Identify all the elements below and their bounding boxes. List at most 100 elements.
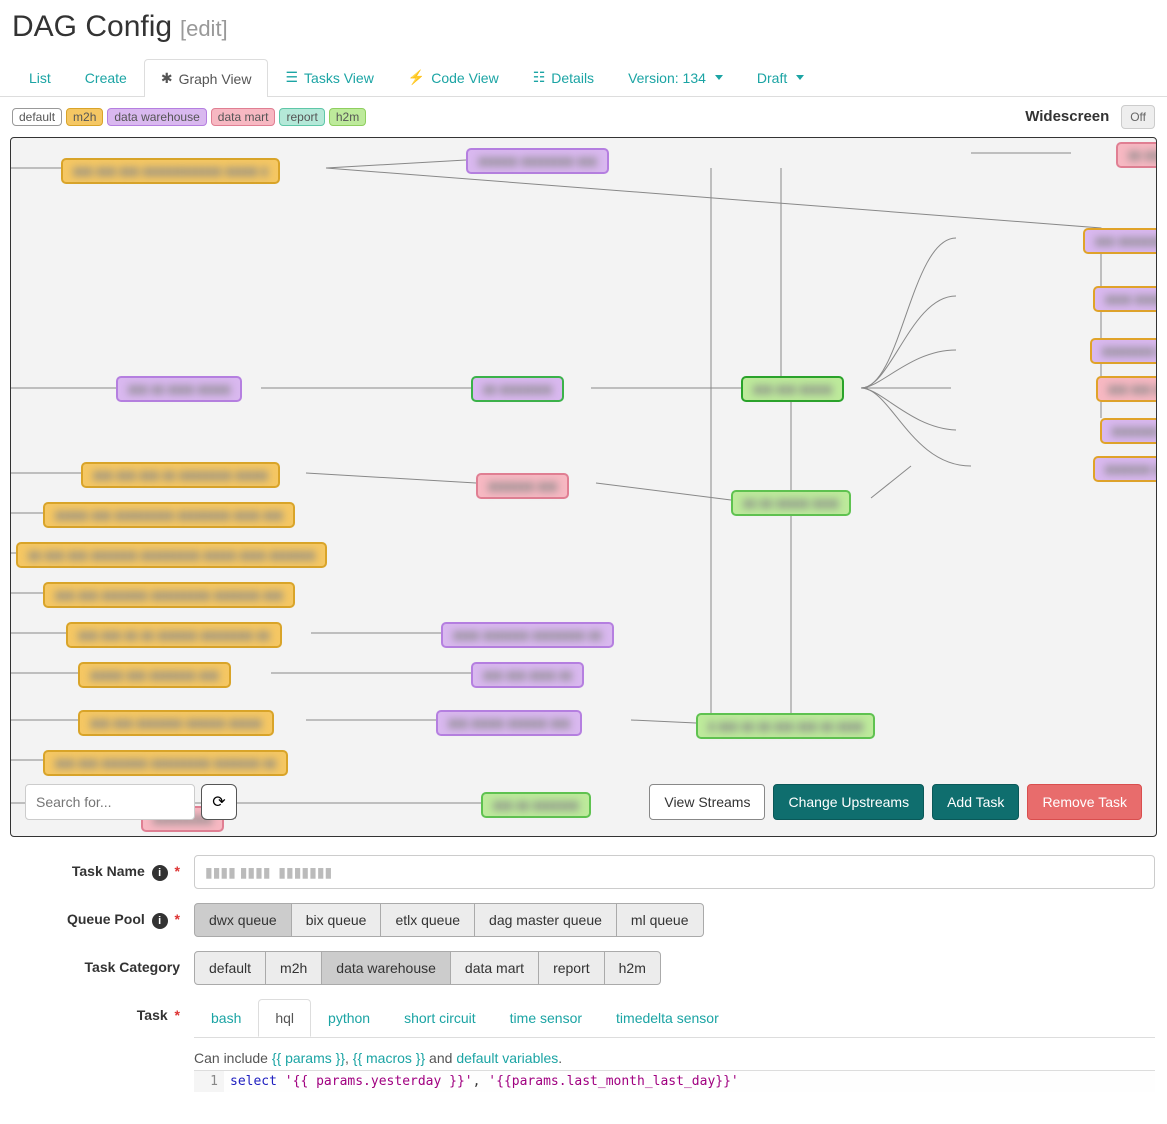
- graph-node[interactable]: ▮▮▮ ▮▮▮ ▮▮▮ ▮▮ ▮▮▮▮▮▮▮▮ ▮▮▮▮▮: [81, 462, 280, 488]
- task-label: Task: [137, 1007, 168, 1023]
- hint-defaults-link[interactable]: default variables: [456, 1050, 558, 1066]
- task-type-tabs: bash hql python short circuit time senso…: [194, 999, 1155, 1038]
- chip-h2m[interactable]: h2m: [329, 108, 366, 126]
- graph-node[interactable]: ▮▮▮ ▮▮▮ ▮▮▮▮▮▮▮ ▮▮▮▮▮▮▮▮▮ ▮▮▮▮▮▮▮ ▮▮▮: [43, 582, 295, 608]
- remove-task-button[interactable]: Remove Task: [1027, 784, 1142, 820]
- graph-node[interactable]: ▮▮ ▮▮ ▮▮▮▮▮ ▮▮▮▮: [731, 490, 851, 516]
- graph-node[interactable]: ▮▮▮ ▮▮▮ ▮▮ ▮▮ ▮▮▮▮▮▮ ▮▮▮▮▮▮▮▮ ▮▮: [66, 622, 282, 648]
- row-task-category: Task Category default m2h data warehouse…: [12, 951, 1155, 985]
- info-icon[interactable]: i: [152, 913, 168, 929]
- graph-node[interactable]: ▮▮ ▮▮▮ ▮▮▮ ▮▮▮▮▮▮▮ ▮▮▮▮▮▮▮▮▮ ▮▮▮▮▮ ▮▮▮▮ …: [16, 542, 327, 568]
- graph-node[interactable]: ▮▮▮ ▮▮ ▮▮▮▮ ▮▮▮▮▮: [116, 376, 242, 402]
- graph-node[interactable]: ▮▮▮ ▮▮▮▮▮▮▮ ▮▮ ▮▮▮: [1083, 228, 1157, 254]
- graph-node[interactable]: ▮▮▮ ▮▮▮ ▮▮▮▮▮: [741, 376, 844, 402]
- task-tab-hql[interactable]: hql: [258, 999, 311, 1037]
- graph-node[interactable]: ▮▮▮ ▮▮▮ ▮▮▮: [1096, 376, 1157, 402]
- task-name-label: Task Name: [72, 863, 145, 879]
- task-category-group: default m2h data warehouse data mart rep…: [194, 951, 1155, 985]
- search-input[interactable]: [25, 784, 195, 820]
- graph-node[interactable]: ▮▮ ▮▮▮▮▮▮▮▮: [471, 376, 564, 402]
- tab-tasks-view[interactable]: ☰Tasks View: [268, 58, 390, 96]
- queue-pool-group: dwx queue bix queue etlx queue dag maste…: [194, 903, 1155, 937]
- task-hint: Can include {{ params }}, {{ macros }} a…: [194, 1050, 1155, 1066]
- graph-node[interactable]: ▮▮▮▮ ▮▮▮▮▮▮▮ ▮▮▮▮▮▮▮▮ ▮▮: [441, 622, 614, 648]
- chip-m2h[interactable]: m2h: [66, 108, 103, 126]
- row-task-name: Task Name i *: [12, 855, 1155, 889]
- graph-node[interactable]: ▮▮▮ ▮▮▮ ▮▮▮▮▮▮▮ ▮▮▮▮▮▮ ▮▮▮▮▮: [78, 710, 274, 736]
- tab-version[interactable]: Version: 134: [611, 58, 740, 96]
- tab-create[interactable]: Create: [68, 58, 144, 96]
- cat-opt-data-warehouse[interactable]: data warehouse: [321, 951, 451, 985]
- tab-code-view[interactable]: ⚡Code View: [391, 58, 516, 96]
- caret-icon: [715, 75, 723, 80]
- queue-opt-bix[interactable]: bix queue: [291, 903, 382, 937]
- row-task: Task * bash hql python short circuit tim…: [12, 999, 1155, 1092]
- graph-node[interactable]: ▮▮▮▮▮▮ ▮▮▮▮▮▮▮▮ ▮▮▮: [466, 148, 609, 174]
- info-icon[interactable]: i: [152, 865, 168, 881]
- task-tab-short-circuit[interactable]: short circuit: [387, 999, 493, 1037]
- task-category-label: Task Category: [85, 959, 180, 975]
- editor-gutter: 1: [194, 1070, 224, 1092]
- task-name-input[interactable]: [194, 855, 1155, 889]
- editor-line[interactable]: select '{{ params.yesterday }}', '{{para…: [224, 1070, 1155, 1092]
- chip-data-warehouse[interactable]: data warehouse: [107, 108, 206, 126]
- cat-opt-h2m[interactable]: h2m: [604, 951, 661, 985]
- cat-opt-default[interactable]: default: [194, 951, 266, 985]
- graph-node[interactable]: ▮▮▮ ▮▮▮ ▮▮▮▮▮▮▮ ▮▮▮▮▮▮▮▮▮ ▮▮▮▮▮▮▮ ▮▮: [43, 750, 288, 776]
- queue-opt-dag-master[interactable]: dag master queue: [474, 903, 617, 937]
- task-form: Task Name i * Queue Pool i * dwx queue b…: [0, 837, 1167, 1124]
- graph-node[interactable]: ▮▮▮▮▮ ▮▮▮ ▮▮▮▮▮▮▮▮▮ ▮▮▮▮▮▮▮▮ ▮▮▮▮ ▮▮▮: [43, 502, 295, 528]
- change-upstreams-button[interactable]: Change Upstreams: [773, 784, 924, 820]
- chip-data-mart[interactable]: data mart: [211, 108, 276, 126]
- graph-node[interactable]: ▮ ▮▮▮ ▮▮ ▮▮ ▮▮▮ ▮▮▮ ▮▮ ▮▮▮▮: [696, 713, 875, 739]
- graph-node[interactable]: ▮▮▮▮▮ ▮▮▮ ▮▮▮▮▮▮▮ ▮▮▮: [78, 662, 231, 688]
- details-icon: ☷: [533, 69, 546, 86]
- nav-tabs: List Create ✱Graph View ☰Tasks View ⚡Cod…: [0, 58, 1167, 97]
- queue-opt-dwx[interactable]: dwx queue: [194, 903, 292, 937]
- code-editor[interactable]: 1 select '{{ params.yesterday }}', '{{pa…: [194, 1070, 1155, 1092]
- graph-node[interactable]: ▮▮ ▮▮▮▮▮▮ ▮▮▮▮: [1116, 142, 1157, 168]
- graph-node[interactable]: ▮▮▮ ▮▮▮ ▮▮▮ ▮▮▮▮▮▮▮▮▮▮▮▮ ▮▮▮▮▮ ▮: [61, 158, 280, 184]
- task-tab-timedelta-sensor[interactable]: timedelta sensor: [599, 999, 736, 1037]
- gear-icon: ✱: [161, 70, 173, 87]
- tab-draft[interactable]: Draft: [740, 58, 821, 96]
- chip-report[interactable]: report: [279, 108, 324, 126]
- view-streams-button[interactable]: View Streams: [649, 784, 765, 820]
- queue-opt-ml[interactable]: ml queue: [616, 903, 704, 937]
- task-tab-bash[interactable]: bash: [194, 999, 258, 1037]
- refresh-button[interactable]: ⟳: [201, 784, 237, 820]
- add-task-button[interactable]: Add Task: [932, 784, 1019, 820]
- refresh-icon: ⟳: [212, 794, 225, 811]
- bolt-icon: ⚡: [408, 69, 425, 86]
- page-header: DAG Config [edit]: [0, 0, 1167, 50]
- graph-controls-left: ⟳: [25, 784, 237, 820]
- task-tab-time-sensor[interactable]: time sensor: [493, 999, 599, 1037]
- tab-details[interactable]: ☷Details: [516, 58, 611, 96]
- list-icon: ☰: [285, 69, 298, 86]
- hint-macros-link[interactable]: {{ macros }}: [353, 1050, 425, 1066]
- graph-node[interactable]: ▮▮▮ ▮▮ ▮▮▮▮▮▮▮: [481, 792, 591, 818]
- graph-node[interactable]: ▮▮▮ ▮▮▮ ▮▮▮▮ ▮▮: [471, 662, 584, 688]
- graph-panel[interactable]: ▮▮▮ ▮▮▮ ▮▮▮ ▮▮▮▮▮▮▮▮▮▮▮▮ ▮▮▮▮▮ ▮ ▮▮▮▮▮▮ …: [10, 137, 1157, 837]
- cat-opt-m2h[interactable]: m2h: [265, 951, 322, 985]
- graph-node[interactable]: ▮▮▮▮▮▮▮ ▮▮▮ ▮▮ ▮▮: [1100, 418, 1157, 444]
- widescreen-toggle[interactable]: Off: [1121, 105, 1155, 129]
- graph-node[interactable]: ▮▮▮▮ ▮▮▮▮▮ ▮▮▮ ▮▮▮: [1093, 286, 1157, 312]
- required-mark: *: [175, 863, 180, 879]
- cat-opt-report[interactable]: report: [538, 951, 605, 985]
- task-tab-python[interactable]: python: [311, 999, 387, 1037]
- edit-link[interactable]: [edit]: [180, 16, 228, 41]
- tab-graph-view[interactable]: ✱Graph View: [144, 59, 269, 97]
- widescreen-label: Widescreen: [1025, 108, 1109, 125]
- row-queue-pool: Queue Pool i * dwx queue bix queue etlx …: [12, 903, 1155, 937]
- cat-opt-data-mart[interactable]: data mart: [450, 951, 539, 985]
- graph-node[interactable]: ▮▮▮▮▮▮▮ ▮▮▮: [1093, 456, 1157, 482]
- chip-default[interactable]: default: [12, 108, 62, 126]
- hint-params-link[interactable]: {{ params }}: [272, 1050, 345, 1066]
- graph-node[interactable]: ▮▮▮▮▮▮▮▮ ▮▮▮▮▮▮▮▮ ▮▮▮: [1090, 338, 1157, 364]
- widescreen-toggle-wrap: Widescreen Off: [1025, 105, 1155, 129]
- graph-node[interactable]: ▮▮▮▮▮▮▮ ▮▮▮: [476, 473, 569, 499]
- queue-opt-etlx[interactable]: etlx queue: [380, 903, 475, 937]
- graph-node[interactable]: ▮▮▮ ▮▮▮▮▮ ▮▮▮▮▮▮ ▮▮▮: [436, 710, 582, 736]
- tab-list[interactable]: List: [12, 58, 68, 96]
